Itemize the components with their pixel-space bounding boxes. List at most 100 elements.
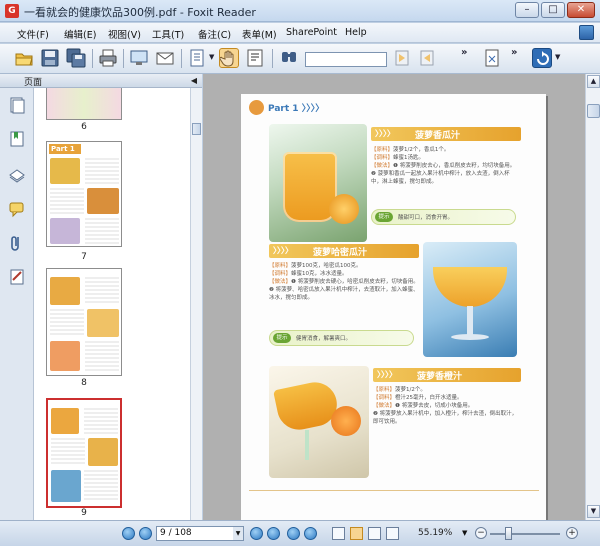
recipe-1-line-value: 菠萝1/2个，香瓜1个。: [393, 147, 450, 153]
go-forward-icon[interactable]: [304, 527, 317, 540]
recipe-1-line-key: 【原料】: [371, 147, 394, 153]
facing-view-icon[interactable]: [368, 527, 381, 540]
find-icon[interactable]: [279, 48, 299, 68]
email-icon[interactable]: [155, 48, 175, 68]
recipe-2-line-key: 【原料】: [269, 263, 292, 269]
prev-result-icon[interactable]: [392, 48, 412, 68]
thumbnail-label: 9: [81, 508, 87, 518]
rotate-icon[interactable]: [532, 48, 552, 68]
recipe-1-header: 〉〉〉〉 菠萝香瓜汁: [371, 127, 521, 141]
snapshot-icon[interactable]: [482, 48, 502, 68]
recipe-3-line-key: 【调料】: [373, 395, 396, 401]
thumbnail-scroll-thumb[interactable]: [192, 123, 201, 135]
document-scrollbar[interactable]: ▲ ▼: [585, 74, 600, 520]
thumbnail-page-6[interactable]: [46, 88, 122, 120]
previous-page-icon[interactable]: [139, 527, 152, 540]
window-title: 一看就会的健康饮品300例.pdf - Foxit Reader: [24, 6, 256, 19]
title-bar: G 一看就会的健康饮品300例.pdf - Foxit Reader – □ ✕: [0, 0, 600, 22]
comments-icon[interactable]: [8, 200, 26, 218]
menu-help[interactable]: Help: [345, 27, 367, 38]
thumbnail-label: 6: [81, 122, 87, 132]
page-dropdown-icon[interactable]: ▼: [233, 527, 243, 540]
next-result-icon[interactable]: [417, 48, 437, 68]
menu-edit[interactable]: 编辑(E): [64, 27, 96, 41]
thumbnail-scrollbar[interactable]: [190, 88, 202, 520]
screen-icon[interactable]: [129, 48, 149, 68]
part-arrows: 〉〉〉〉: [301, 104, 325, 114]
recipe-2-line-key: 【做法】: [269, 279, 292, 285]
foxit-app-icon[interactable]: G: [5, 4, 19, 18]
maximize-button[interactable]: □: [541, 2, 565, 18]
select-dropdown-icon[interactable]: ▼: [209, 53, 214, 61]
restore-layout-icon[interactable]: [579, 25, 594, 40]
menu-view[interactable]: 视图(V): [108, 27, 141, 41]
page-number-value: 9 / 108: [160, 528, 192, 538]
menu-sharepoint[interactable]: SharePoint: [286, 27, 337, 38]
menu-bar: 文件(F) 编辑(E) 视图(V) 工具(T) 备注(C) 表单(M) Shar…: [0, 23, 600, 43]
attachments-icon[interactable]: [8, 234, 26, 252]
page-footer-rule: [249, 490, 539, 491]
document-scroll-thumb[interactable]: [587, 104, 600, 118]
zoom-slider-knob[interactable]: [505, 527, 513, 540]
last-page-icon[interactable]: [267, 527, 280, 540]
document-view[interactable]: Part 1 〉〉〉〉 〉〉〉〉 菠萝香瓜汁 【原料】菠萝1/2个，香瓜1个。 …: [203, 74, 585, 520]
thumbnail-page-7[interactable]: Part 1: [46, 141, 122, 247]
pages-icon[interactable]: [8, 96, 26, 114]
first-page-icon[interactable]: [122, 527, 135, 540]
recipe-2-arrows: 〉〉〉〉: [273, 246, 293, 255]
recipe-2-tip-text: 健胃消食，解暑爽口。: [296, 336, 352, 342]
select-icon[interactable]: [187, 48, 207, 68]
continuous-facing-view-icon[interactable]: [386, 527, 399, 540]
recipe-2-line-key: 【调料】: [269, 271, 292, 277]
continuous-view-icon[interactable]: [350, 527, 363, 540]
find-input[interactable]: [305, 52, 387, 67]
open-icon[interactable]: [14, 48, 34, 68]
thumbnail-page-8[interactable]: [46, 268, 122, 376]
next-page-icon[interactable]: [250, 527, 263, 540]
navigation-icons: [0, 88, 34, 520]
print-icon[interactable]: [98, 48, 118, 68]
scroll-down-icon[interactable]: ▼: [587, 505, 600, 518]
recipe-1-line-value: ❷ 菠萝和香瓜一起放入果汁机中榨汁，放入去渣，倒入杯中，淋上蜂蜜，搅匀即成。: [371, 171, 510, 185]
recipe-1-line-value: ❶ 将菠萝削皮去心，香瓜削皮去籽，均切块备用。: [393, 163, 516, 169]
zoom-in-button[interactable]: +: [566, 527, 578, 539]
zoom-out-button[interactable]: −: [475, 527, 487, 539]
menu-file[interactable]: 文件(F): [17, 27, 49, 41]
menu-comments[interactable]: 备注(C): [198, 27, 231, 41]
bookmarks-icon[interactable]: [8, 130, 26, 148]
hand-icon[interactable]: [219, 48, 239, 68]
recipe-2-photo: [423, 242, 517, 357]
recipe-2-line-value: ❷ 将菠萝、哈密瓜放入果汁机中榨汁，去渣取汁，加入蜂蜜、冰水，搅匀即成。: [269, 287, 419, 301]
part-bullet-icon: [249, 100, 264, 115]
recipe-2-title: 菠萝哈密瓜汁: [313, 248, 368, 258]
zoom-slider[interactable]: [490, 533, 560, 535]
recipe-3-header: 〉〉〉〉 菠萝香橙汁: [373, 368, 521, 382]
collapse-panel-icon[interactable]: ◀: [191, 76, 197, 85]
recipe-1-arrows: 〉〉〉〉: [375, 129, 395, 138]
page-number-input[interactable]: 9 / 108 ▼: [156, 526, 244, 541]
thumbnail-part-label: Part 1: [49, 144, 81, 154]
recipe-1-tip-badge: 提示: [375, 212, 393, 222]
zoom-dropdown-icon[interactable]: ▼: [462, 529, 467, 537]
layers-icon[interactable]: [8, 166, 26, 184]
save-icon[interactable]: [40, 48, 60, 68]
part-title: Part 1: [268, 104, 299, 114]
signatures-icon[interactable]: [8, 268, 26, 286]
menu-forms[interactable]: 表单(M): [242, 27, 277, 41]
recipe-2-text: 【原料】菠萝100克，哈密瓜100克。 【调料】蜂蜜10克，冰水适量。 【做法】…: [269, 262, 419, 302]
recipe-1-line-value: 蜂蜜1汤匙。: [393, 155, 425, 161]
text-select-icon[interactable]: [245, 48, 265, 68]
rotate-dropdown-icon[interactable]: ▼: [555, 53, 560, 61]
minimize-button[interactable]: –: [515, 2, 539, 18]
scroll-up-icon[interactable]: ▲: [587, 75, 600, 88]
save-as-icon[interactable]: [66, 48, 86, 68]
toolbar-more-icon-2[interactable]: »: [511, 47, 517, 58]
go-back-icon[interactable]: [287, 527, 300, 540]
zoom-level[interactable]: 55.19%: [418, 528, 452, 538]
single-page-view-icon[interactable]: [332, 527, 345, 540]
toolbar-more-icon[interactable]: »: [461, 47, 467, 58]
close-button[interactable]: ✕: [567, 2, 595, 18]
pages-panel-header: 页面 ◀: [0, 74, 202, 88]
thumbnail-page-9[interactable]: [46, 398, 122, 508]
menu-tools[interactable]: 工具(T): [152, 27, 184, 41]
